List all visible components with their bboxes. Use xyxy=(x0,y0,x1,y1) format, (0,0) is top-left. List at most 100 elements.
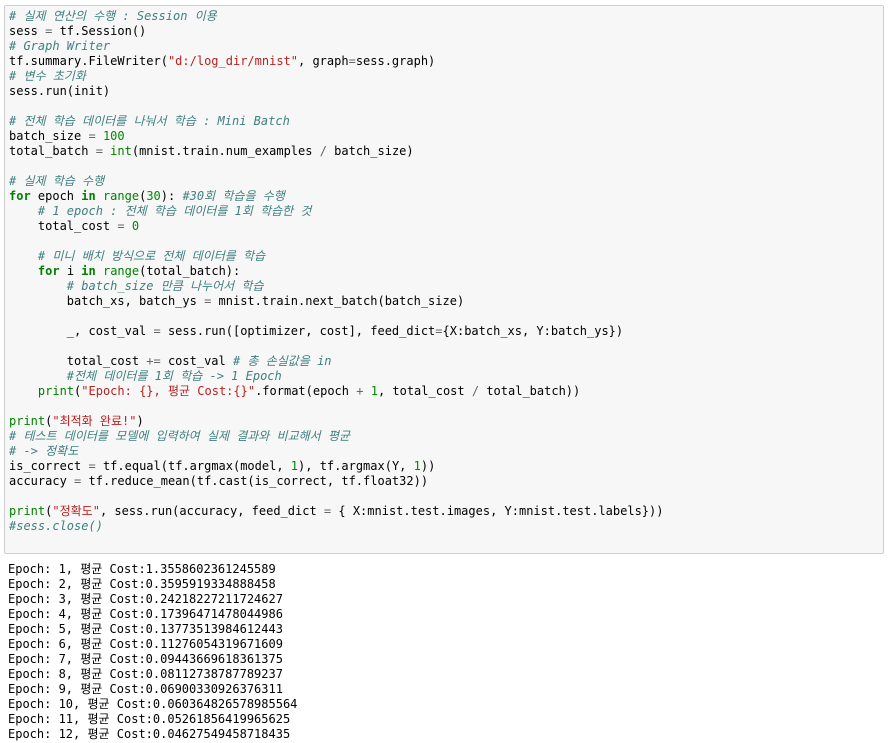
code-line: # 실제 연산의 수행 : Session 이용 xyxy=(9,9,883,24)
output-line: Epoch: 9, 평균 Cost:0.06900330926376311 xyxy=(8,682,283,696)
code-token: 100 xyxy=(102,129,125,143)
code-token: # -> 정확도 xyxy=(9,444,79,458)
code-token: 0 xyxy=(131,219,140,233)
code-token: batch_size xyxy=(9,129,89,143)
code-token: = xyxy=(88,459,96,473)
code-token: _, cost_val xyxy=(9,324,154,338)
output-line: Epoch: 3, 평균 Cost:0.24218227211724627 xyxy=(8,592,283,606)
code-token: = xyxy=(95,144,103,158)
code-token: #30회 학습을 수행 xyxy=(182,189,285,203)
code-token: total_batch xyxy=(9,144,96,158)
code-line: # 테스트 데이터를 모델에 입력하여 실제 결과와 비교해서 평균 xyxy=(9,429,883,444)
code-token: is_correct xyxy=(9,459,89,473)
cell-output: Epoch: 1, 평균 Cost:1.3558602361245589 Epoc… xyxy=(4,562,884,742)
code-token: sess xyxy=(9,24,46,38)
code-token: i xyxy=(59,264,82,278)
code-token: epoch xyxy=(30,189,82,203)
output-line: Epoch: 12, 평균 Cost:0.04627549458718435 xyxy=(8,727,291,741)
code-editor[interactable]: # 실제 연산의 수행 : Session 이용 sess = tf.Sessio… xyxy=(9,9,883,534)
code-token: total_cost xyxy=(9,354,147,368)
code-token: , sess.run(accuracy, feed_dict xyxy=(99,504,324,518)
code-token: # 실제 학습 수행 xyxy=(9,174,105,188)
code-token: tf.reduce_mean(tf.cast(is_correct, tf.fl… xyxy=(81,474,429,488)
code-token: 1 xyxy=(370,384,378,398)
code-line: for epoch in range(30): #30회 학습을 수행 xyxy=(9,189,883,204)
code-token: tf.Session() xyxy=(52,24,147,38)
output-line: Epoch: 6, 평균 Cost:0.11276054319671609 xyxy=(8,637,283,651)
code-token: / xyxy=(471,384,480,398)
code-token: += xyxy=(146,354,161,368)
code-token: .format(epoch xyxy=(255,384,357,398)
code-line: #sess.close() xyxy=(9,519,883,534)
code-token: 1 xyxy=(413,459,421,473)
code-line: # batch_size 만큼 나누어서 학습 xyxy=(9,279,883,294)
code-token: (total_batch): xyxy=(139,264,241,278)
code-line: accuracy = tf.reduce_mean(tf.cast(is_cor… xyxy=(9,474,883,489)
code-token: ), tf.argmax(Y, xyxy=(298,459,414,473)
code-token: 30 xyxy=(146,189,161,203)
code-token: tf.equal(tf.argmax(model, xyxy=(95,459,291,473)
code-token: in xyxy=(81,189,96,203)
code-token: {X:batch_xs, Y:batch_ys}) xyxy=(442,324,624,338)
code-token: 1 xyxy=(290,459,299,473)
code-line: print("정확도", sess.run(accuracy, feed_dic… xyxy=(9,504,883,519)
code-token: accuracy xyxy=(9,474,75,488)
code-token: batch_xs, batch_ys xyxy=(9,294,205,308)
code-token: mnist.train.next_batch(batch_size) xyxy=(211,294,465,308)
code-line: # 미니 배치 방식으로 전체 데이터를 학습 xyxy=(9,249,883,264)
code-token: "정확도" xyxy=(52,504,100,518)
code-token: total_cost xyxy=(9,219,118,233)
code-line: print("Epoch: {}, 평균 Cost:{}".format(epo… xyxy=(9,384,883,399)
code-token: #sess.close() xyxy=(9,519,103,533)
code-line: # 전체 학습 데이터를 나눠서 학습 : Mini Batch xyxy=(9,114,883,129)
code-token: ): xyxy=(160,189,183,203)
code-line: _, cost_val = sess.run([optimizer, cost]… xyxy=(9,324,883,339)
code-token: print xyxy=(9,414,46,428)
code-line: # 변수 초기화 xyxy=(9,69,883,84)
code-token: cost_val xyxy=(160,354,233,368)
code-token: # Graph Writer xyxy=(9,39,111,53)
code-token: , graph xyxy=(298,54,349,68)
code-token: # 1 epoch : 전체 학습 데이터를 1회 학습한 것 xyxy=(37,204,312,218)
code-token: # 실제 연산의 수행 : Session 이용 xyxy=(9,9,217,23)
code-token: range xyxy=(102,264,140,278)
code-token: sess.run([optimizer, cost], feed_dict xyxy=(160,324,436,338)
code-token: range xyxy=(102,189,140,203)
code-token: print xyxy=(9,504,46,518)
output-line: Epoch: 7, 평균 Cost:0.09443669618361375 xyxy=(8,652,283,666)
code-token: = xyxy=(348,54,356,68)
output-line: Epoch: 1, 평균 Cost:1.3558602361245589 xyxy=(8,562,276,576)
code-line: total_cost = 0 xyxy=(9,219,883,234)
code-line: #전체 데이터를 1회 학습 -> 1 Epoch xyxy=(9,369,883,384)
code-line: # 1 epoch : 전체 학습 데이터를 1회 학습한 것 xyxy=(9,204,883,219)
code-token: batch_size) xyxy=(326,144,414,158)
code-line: print("최적화 완료!") xyxy=(9,414,883,429)
code-token: in xyxy=(81,264,96,278)
code-cell-input[interactable]: # 실제 연산의 수행 : Session 이용 sess = tf.Sessio… xyxy=(4,5,884,554)
code-token: "d:/log_dir/mnist" xyxy=(167,54,298,68)
code-token: tf.summary.FileWriter( xyxy=(9,54,168,68)
code-token: # 전체 학습 데이터를 나눠서 학습 : Mini Batch xyxy=(9,114,290,128)
code-token: int xyxy=(110,144,132,158)
output-line: Epoch: 10, 평균 Cost:0.060364826578985564 xyxy=(8,697,298,711)
code-line: batch_size = 100 xyxy=(9,129,883,144)
output-line: Epoch: 5, 평균 Cost:0.13773513984612443 xyxy=(8,622,283,636)
code-line: total_batch = int(mnist.train.num_exampl… xyxy=(9,144,883,159)
code-token: "Epoch: {}, 평균 Cost:{}" xyxy=(81,384,256,398)
code-token: (mnist.train.num_examples xyxy=(131,144,320,158)
code-token: "최적화 완료!" xyxy=(52,414,137,428)
